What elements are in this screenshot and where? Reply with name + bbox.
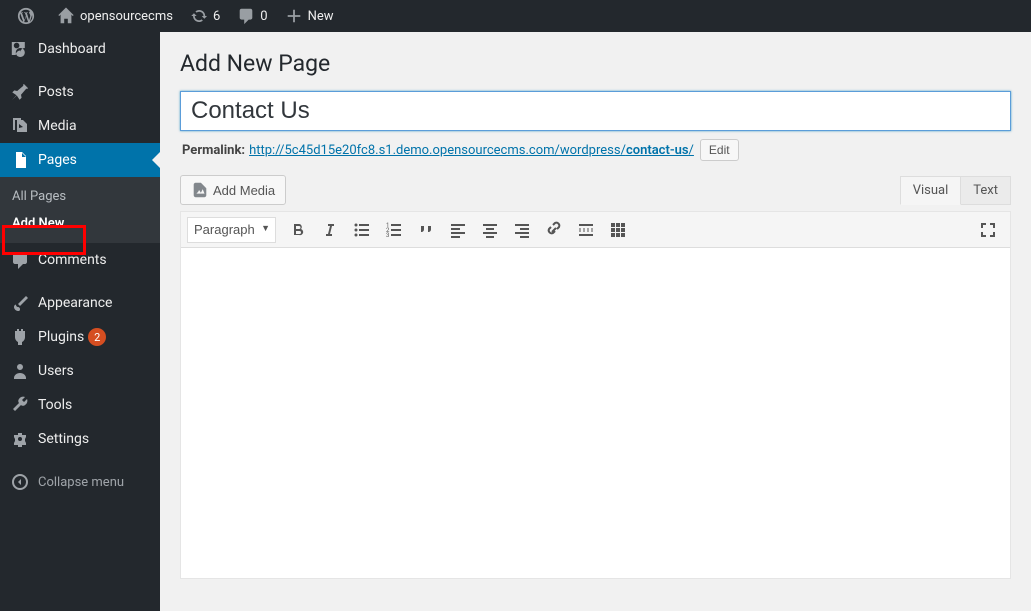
media-icon: [10, 116, 30, 136]
menu-users-label: Users: [38, 363, 74, 379]
collapse-icon: [10, 472, 30, 492]
menu-settings[interactable]: Settings: [0, 422, 160, 456]
edit-slug-button[interactable]: Edit: [700, 139, 739, 161]
editor: Paragraph 123: [180, 211, 1011, 579]
menu-dashboard-label: Dashboard: [38, 41, 106, 57]
menu-media[interactable]: Media: [0, 109, 160, 143]
pin-icon: [10, 82, 30, 102]
submenu-add-new[interactable]: Add New: [0, 210, 160, 237]
menu-comments[interactable]: Comments: [0, 243, 160, 277]
submenu-pages: All Pages Add New: [0, 177, 160, 243]
new-label: New: [308, 9, 334, 24]
permalink-row: Permalink: http://5c45d15e20fc8.s1.demo.…: [182, 139, 1011, 161]
site-name-label: opensourcecms: [80, 9, 173, 24]
main-content: Add New Page Permalink: http://5c45d15e2…: [160, 32, 1031, 611]
tab-visual[interactable]: Visual: [900, 176, 962, 205]
wrench-icon: [10, 395, 30, 415]
plus-icon: [284, 6, 304, 26]
ul-button[interactable]: [347, 215, 377, 245]
menu-media-label: Media: [38, 118, 77, 134]
collapse-menu[interactable]: Collapse menu: [0, 465, 160, 499]
comment-icon: [236, 6, 256, 26]
ol-button[interactable]: 123: [379, 215, 409, 245]
menu-plugins[interactable]: Plugins 2: [0, 320, 160, 354]
readmore-button[interactable]: [571, 215, 601, 245]
submenu-all-pages[interactable]: All Pages: [0, 183, 160, 210]
align-center-button[interactable]: [475, 215, 505, 245]
updates-link[interactable]: 6: [181, 0, 228, 32]
editor-body[interactable]: [181, 248, 1010, 578]
format-select[interactable]: Paragraph: [187, 217, 276, 243]
align-right-button[interactable]: [507, 215, 537, 245]
bold-button[interactable]: [283, 215, 313, 245]
menu-comments-label: Comments: [38, 252, 107, 268]
plugin-icon: [10, 327, 30, 347]
admin-sidebar: Dashboard Posts Media Pages All Pages Ad…: [0, 32, 160, 611]
new-content-link[interactable]: New: [276, 0, 342, 32]
brush-icon: [10, 293, 30, 313]
site-name-link[interactable]: opensourcecms: [48, 0, 181, 32]
post-title-input[interactable]: [180, 91, 1011, 131]
editor-tabs: Visual Text: [900, 176, 1011, 205]
svg-text:3: 3: [386, 232, 389, 239]
admin-bar: opensourcecms 6 0 New: [0, 0, 1031, 32]
comments-link[interactable]: 0: [228, 0, 275, 32]
page-heading: Add New Page: [180, 50, 1011, 77]
permalink-link[interactable]: http://5c45d15e20fc8.s1.demo.opensourcec…: [249, 143, 694, 158]
tab-text[interactable]: Text: [961, 176, 1011, 205]
settings-icon: [10, 429, 30, 449]
menu-tools[interactable]: Tools: [0, 388, 160, 422]
menu-tools-label: Tools: [38, 397, 72, 413]
menu-posts[interactable]: Posts: [0, 75, 160, 109]
wp-logo[interactable]: [8, 0, 48, 32]
collapse-label: Collapse menu: [38, 475, 124, 490]
page-icon: [10, 150, 30, 170]
comments-count: 0: [260, 9, 267, 24]
quote-button[interactable]: [411, 215, 441, 245]
updates-count: 6: [213, 9, 220, 24]
editor-toolbar: Paragraph 123: [181, 212, 1010, 248]
menu-dashboard[interactable]: Dashboard: [0, 32, 160, 66]
menu-posts-label: Posts: [38, 84, 74, 100]
add-media-button[interactable]: Add Media: [180, 175, 286, 205]
dashboard-icon: [10, 39, 30, 59]
fullscreen-button[interactable]: [973, 215, 1003, 245]
menu-pages[interactable]: Pages: [0, 143, 160, 177]
italic-button[interactable]: [315, 215, 345, 245]
menu-plugins-label: Plugins: [38, 329, 84, 345]
menu-pages-label: Pages: [38, 152, 77, 168]
comments-icon: [10, 250, 30, 270]
users-icon: [10, 361, 30, 381]
wordpress-icon: [16, 6, 36, 26]
plugins-badge: 2: [88, 328, 106, 346]
home-icon: [56, 6, 76, 26]
add-media-label: Add Media: [213, 183, 275, 198]
align-left-button[interactable]: [443, 215, 473, 245]
menu-appearance-label: Appearance: [38, 295, 112, 311]
media-add-icon: [191, 181, 209, 199]
update-icon: [189, 6, 209, 26]
permalink-label: Permalink:: [182, 143, 245, 158]
menu-settings-label: Settings: [38, 431, 89, 447]
link-button[interactable]: [539, 215, 569, 245]
menu-appearance[interactable]: Appearance: [0, 286, 160, 320]
toolbar-toggle-button[interactable]: [603, 215, 633, 245]
menu-users[interactable]: Users: [0, 354, 160, 388]
